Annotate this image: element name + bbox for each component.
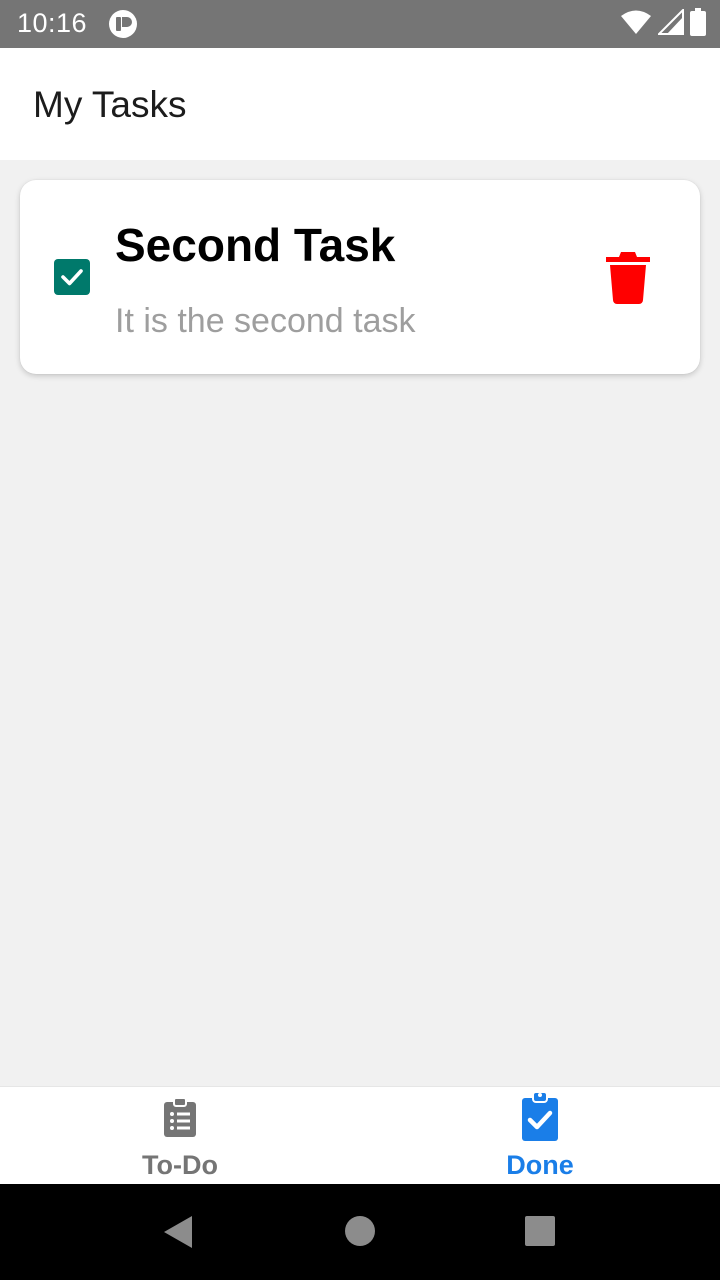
- task-card[interactable]: Second Task It is the second task: [20, 180, 700, 374]
- tab-done-label: Done: [506, 1150, 574, 1180]
- status-time: 10:16: [17, 8, 88, 38]
- trash-icon: [606, 252, 650, 304]
- clipboard-check-icon: [521, 1091, 559, 1147]
- notification-app-icon: [108, 9, 138, 39]
- page-title: My Tasks: [33, 84, 187, 125]
- cell-signal-icon: [656, 7, 684, 40]
- delete-task-button[interactable]: [604, 248, 652, 306]
- tab-done[interactable]: Done: [360, 1087, 720, 1185]
- tab-todo[interactable]: To-Do: [0, 1087, 360, 1185]
- task-title: Second Task: [115, 219, 396, 271]
- battery-icon: [690, 7, 706, 41]
- task-description: It is the second task: [115, 302, 416, 340]
- tab-todo-label: To-Do: [142, 1150, 218, 1180]
- status-bar: 10:16: [0, 0, 720, 48]
- home-icon[interactable]: [345, 1216, 375, 1251]
- app-header: My Tasks: [0, 48, 720, 160]
- clipboard-list-icon: [163, 1097, 197, 1142]
- recents-icon[interactable]: [525, 1216, 555, 1251]
- status-icons: [620, 7, 706, 41]
- task-done-checkbox[interactable]: [54, 259, 90, 295]
- system-navigation-bar: [0, 1184, 720, 1280]
- checkmark-icon: [61, 269, 83, 286]
- wifi-icon: [620, 9, 652, 40]
- bottom-navigation: To-Do Done: [0, 1086, 720, 1185]
- back-icon[interactable]: [162, 1215, 194, 1254]
